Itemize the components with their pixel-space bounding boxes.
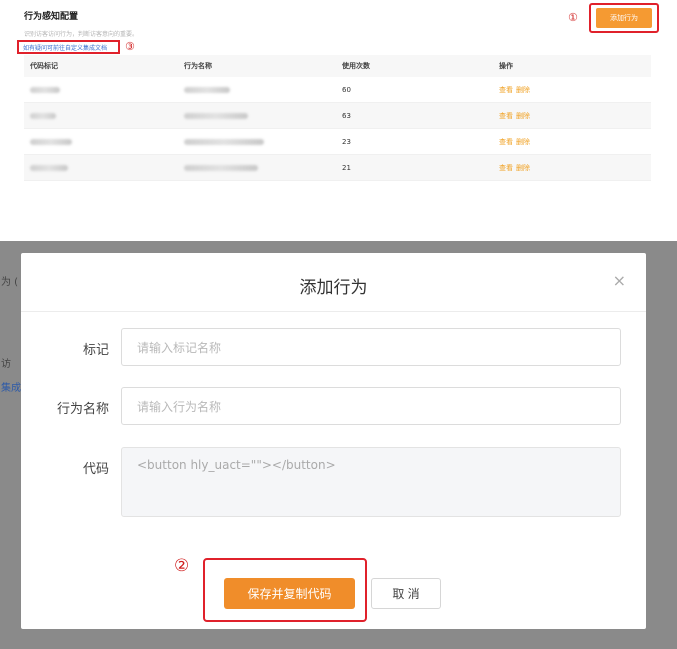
row-actions: 查看 删除: [499, 103, 533, 128]
code-mark-redacted: [30, 129, 72, 154]
usage-count: 60: [342, 85, 351, 94]
page-description: 识别访客访问行为，判断访客意向的重要。: [24, 31, 139, 38]
background-fragment: 为 (: [1, 277, 19, 288]
table-row: 21 查看 删除: [24, 155, 651, 181]
annotation-marker-2: ②: [174, 556, 190, 576]
view-link[interactable]: 查看: [499, 85, 513, 95]
delete-link[interactable]: 删除: [516, 85, 530, 95]
behavior-name-label: 行为名称: [56, 402, 109, 417]
code-label: 代码: [82, 462, 109, 477]
page-title: 行为感知配置: [24, 12, 79, 22]
table-header-row: 代码标记 行为名称 使用次数 操作: [24, 55, 651, 77]
save-and-copy-code-button[interactable]: 保存并复制代码: [224, 578, 355, 609]
usage-count: 23: [342, 137, 351, 146]
close-icon[interactable]: ×: [613, 271, 626, 290]
view-link[interactable]: 查看: [499, 111, 513, 121]
column-header-behavior-name: 行为名称: [184, 62, 212, 70]
dialog-title: 添加行为: [299, 278, 368, 298]
delete-link[interactable]: 删除: [516, 111, 530, 121]
view-link[interactable]: 查看: [499, 163, 513, 173]
column-header-actions: 操作: [499, 62, 513, 70]
behavior-name-redacted: [184, 129, 264, 154]
behavior-name-input[interactable]: 请输入行为名称: [121, 387, 621, 425]
code-mark-redacted: [30, 77, 60, 102]
usage-count: 21: [342, 163, 351, 172]
behavior-name-redacted: [184, 77, 230, 102]
delete-link[interactable]: 删除: [516, 137, 530, 147]
code-textarea[interactable]: <button hly_uact=""></button>: [121, 447, 621, 517]
row-actions: 查看 删除: [499, 77, 533, 102]
table-row: 63 查看 删除: [24, 103, 651, 129]
usage-count: 63: [342, 111, 351, 120]
view-link[interactable]: 查看: [499, 137, 513, 147]
behavior-table: 代码标记 行为名称 使用次数 操作 60 查看 删除 63 查看 删除 23 查…: [24, 55, 651, 181]
custom-integration-doc-link[interactable]: 如有疑问可前往自定义集成文档: [23, 43, 107, 52]
annotation-marker-3: ③: [125, 40, 135, 53]
add-behavior-dialog: 添加行为 × 标记 请输入标记名称 行为名称 请输入行为名称 代码 <butto…: [21, 253, 646, 629]
behavior-name-redacted: [184, 155, 258, 180]
background-fragment: 访: [1, 359, 11, 370]
delete-link[interactable]: 删除: [516, 163, 530, 173]
code-mark-redacted: [30, 103, 56, 128]
row-actions: 查看 删除: [499, 155, 533, 180]
column-header-usage-count: 使用次数: [342, 62, 370, 70]
behavior-config-page: 行为感知配置 识别访客访问行为，判断访客意向的重要。 如有疑问可前往自定义集成文…: [0, 0, 677, 200]
annotation-marker-1: ①: [568, 11, 578, 24]
mark-label: 标记: [82, 343, 109, 358]
table-row: 60 查看 删除: [24, 77, 651, 103]
code-mark-redacted: [30, 155, 68, 180]
add-behavior-button[interactable]: 添加行为: [596, 8, 652, 28]
row-actions: 查看 删除: [499, 129, 533, 154]
behavior-name-redacted: [184, 103, 248, 128]
background-fragment: 集成: [1, 383, 21, 394]
table-row: 23 查看 删除: [24, 129, 651, 155]
mark-name-input[interactable]: 请输入标记名称: [121, 328, 621, 366]
dialog-divider: [21, 311, 646, 312]
column-header-code-mark: 代码标记: [30, 62, 58, 70]
cancel-button[interactable]: 取 消: [371, 578, 441, 609]
